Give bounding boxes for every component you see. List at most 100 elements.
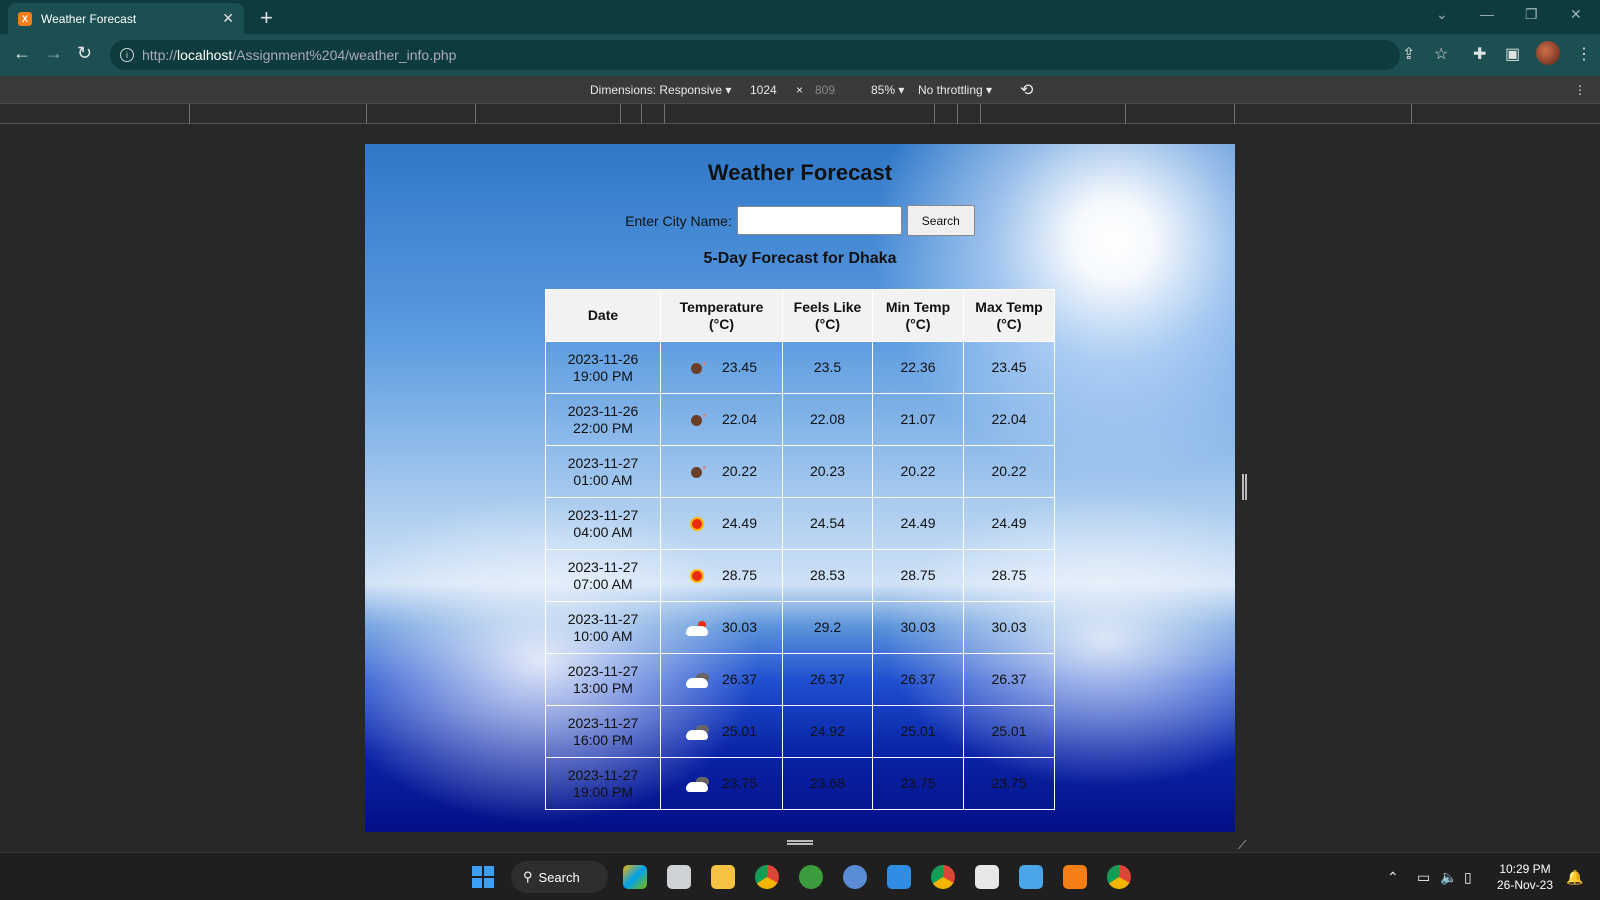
copilot-icon[interactable]	[623, 865, 647, 889]
tab-search-icon[interactable]: ⌄	[1436, 6, 1448, 23]
new-tab-icon[interactable]: +	[260, 5, 273, 31]
zoom-dropdown[interactable]: 85% ▾	[871, 83, 904, 97]
address-bar[interactable]: i http://localhost/Assignment%204/weathe…	[110, 40, 1400, 70]
task-view-icon[interactable]	[667, 865, 691, 889]
date-value: 2023-11-27	[567, 454, 639, 471]
qbittorrent-icon[interactable]	[843, 865, 867, 889]
temperature-cell: 22.04	[660, 393, 783, 446]
taskbar-search[interactable]: ⚲ Search	[511, 861, 608, 893]
extensions-icon[interactable]: ✚	[1473, 44, 1486, 64]
forward-icon[interactable]: →	[45, 43, 63, 64]
back-icon[interactable]: ←	[13, 43, 31, 64]
date-value: 2023-11-27	[567, 714, 639, 731]
time-value: 07:00 AM	[573, 575, 633, 592]
table-row: 2023-11-26 22:00 PM 22.04 22.08 21.07 22…	[545, 393, 1055, 446]
taskbar-search-label: Search	[538, 869, 580, 885]
rotate-icon[interactable]: ⟲	[1020, 80, 1033, 100]
feels-like-cell: 23.5	[782, 341, 873, 394]
time-value: 13:00 PM	[573, 679, 633, 696]
clock-time: 10:29 PM	[1499, 862, 1551, 876]
bookmark-star-icon[interactable]: ☆	[1434, 44, 1448, 64]
city-label: Enter City Name:	[625, 212, 732, 229]
site-info-icon[interactable]: i	[120, 48, 134, 62]
url-host: localhost	[177, 47, 233, 63]
chrome-icon[interactable]	[755, 865, 779, 889]
temperature-cell: 23.45	[660, 341, 783, 394]
volume-icon[interactable]: 🔈	[1440, 869, 1457, 886]
device-toolbar: Dimensions: Responsive ▾ 1024 × 809 85% …	[0, 76, 1600, 104]
windows-start-icon[interactable]	[472, 866, 494, 888]
city-input[interactable]	[736, 206, 902, 235]
right-resize-handle[interactable]	[1242, 474, 1247, 500]
page-title: Weather Forecast	[707, 160, 893, 185]
date-cell: 2023-11-27 07:00 AM	[545, 549, 661, 602]
dimensions-dropdown[interactable]: Dimensions: Responsive ▾	[590, 83, 731, 97]
chrome-alt-icon[interactable]	[1107, 865, 1131, 889]
max-temp-cell: 20.22	[963, 445, 1055, 498]
system-clock[interactable]: 10:29 PM 26-Nov-23	[1490, 861, 1560, 893]
xampp-icon[interactable]	[1063, 865, 1087, 889]
vscode-icon[interactable]	[887, 865, 911, 889]
snipping-tool-icon[interactable]	[975, 865, 999, 889]
height-input[interactable]: 809	[815, 83, 835, 97]
time-value: 04:00 AM	[573, 523, 633, 540]
moon-icon	[686, 412, 708, 428]
browser-tab[interactable]: X Weather Forecast ✕	[8, 3, 244, 34]
temperature-value: 22.04	[721, 411, 758, 427]
reload-icon[interactable]: ↻	[77, 43, 92, 64]
bottom-resize-handle[interactable]	[787, 840, 813, 845]
chevron-up-icon[interactable]: ⌃	[1387, 869, 1399, 886]
battery-icon[interactable]: ▯	[1464, 869, 1472, 886]
width-input[interactable]: 1024	[750, 83, 777, 97]
clock-date: 26-Nov-23	[1496, 878, 1554, 892]
restore-icon[interactable]: ❐	[1525, 6, 1538, 23]
date-cell: 2023-11-27 13:00 PM	[545, 653, 661, 706]
cloud-sun-icon	[685, 620, 708, 636]
feels-like-cell: 29.2	[782, 601, 873, 654]
moon-icon	[686, 360, 708, 376]
side-panel-icon[interactable]: ▣	[1505, 44, 1520, 64]
close-window-icon[interactable]: ✕	[1570, 6, 1582, 23]
throttling-label: No throttling	[918, 83, 983, 97]
min-temp-cell: 20.22	[872, 445, 964, 498]
cloud-icon	[685, 724, 709, 740]
tab-strip: X Weather Forecast ✕ + ⌄ — ❐ ✕	[0, 0, 1600, 34]
date-cell: 2023-11-26 22:00 PM	[545, 393, 661, 446]
time-value: 22:00 PM	[573, 419, 633, 436]
menu-icon[interactable]: ⋮	[1576, 44, 1592, 64]
temperature-cell: 28.75	[660, 549, 783, 602]
corner-resize-icon[interactable]: ⟋	[1238, 838, 1246, 853]
max-temp-cell: 22.04	[963, 393, 1055, 446]
profile-avatar[interactable]	[1536, 41, 1560, 65]
notepad-icon[interactable]	[1019, 865, 1043, 889]
times-sign: ×	[796, 83, 804, 97]
utorrent-icon[interactable]	[799, 865, 823, 889]
temperature-value: 26.37	[721, 671, 758, 687]
date-value: 2023-11-26	[567, 350, 639, 367]
moon-icon	[686, 464, 708, 480]
file-explorer-icon[interactable]	[711, 865, 735, 889]
notification-bell-icon[interactable]: 🔔	[1566, 869, 1583, 886]
min-temp-cell: 25.01	[872, 705, 964, 758]
chrome-profile-icon[interactable]	[931, 865, 955, 889]
feels-like-cell: 23.68	[782, 757, 873, 810]
date-cell: 2023-11-26 19:00 PM	[545, 341, 661, 394]
media-query-ruler[interactable]	[0, 104, 1600, 124]
time-value: 01:00 AM	[573, 471, 633, 488]
throttling-dropdown[interactable]: No throttling ▾	[918, 83, 992, 97]
temperature-cell: 26.37	[660, 653, 783, 706]
xampp-favicon-icon: X	[18, 11, 32, 26]
devtools-more-icon[interactable]: ⋮	[1574, 83, 1586, 97]
share-icon[interactable]: ⇪	[1402, 44, 1415, 64]
search-button[interactable]: Search	[906, 205, 975, 236]
network-icon[interactable]: ▭	[1417, 869, 1430, 886]
close-tab-icon[interactable]: ✕	[222, 10, 234, 27]
min-temp-cell: 22.36	[872, 341, 964, 394]
search-icon: ⚲	[523, 869, 533, 884]
minimize-icon[interactable]: —	[1480, 6, 1494, 22]
cloud-icon	[685, 776, 709, 792]
table-header-row: Date Temperature (°C) Feels Like (°C) Mi…	[545, 289, 1055, 342]
header-temperature: Temperature (°C)	[660, 289, 783, 342]
time-value: 10:00 AM	[573, 627, 633, 644]
temperature-cell: 30.03	[660, 601, 783, 654]
